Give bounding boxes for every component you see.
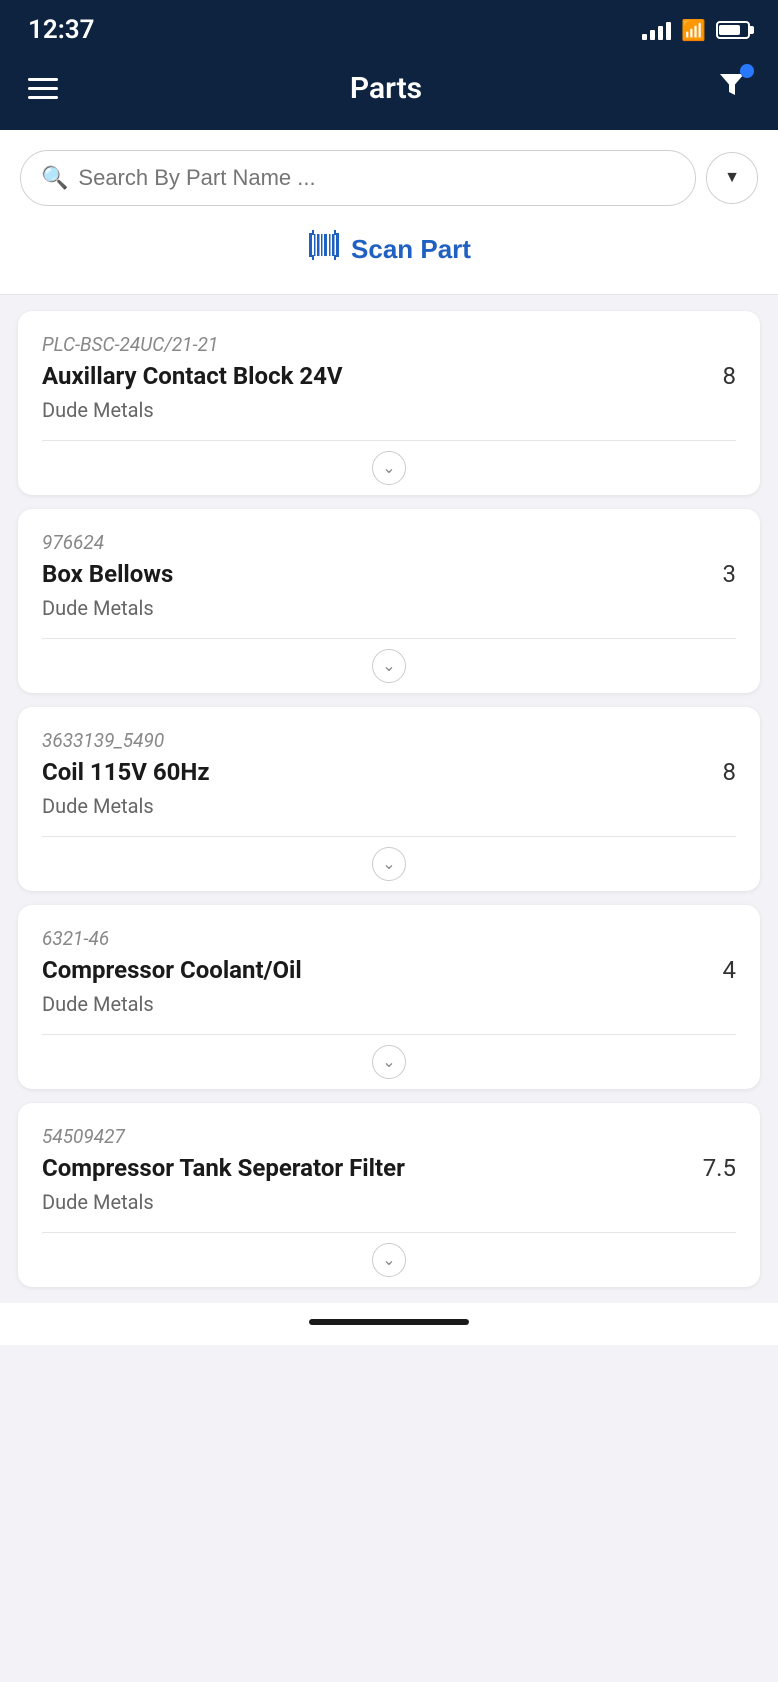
- status-icons: 📶: [642, 18, 750, 42]
- scan-section: Scan Part: [0, 206, 778, 295]
- part-name: Auxillary Contact Block 24V: [42, 362, 343, 390]
- home-indicator: [0, 1303, 778, 1345]
- part-sku: 54509427: [42, 1125, 736, 1148]
- filter-button[interactable]: [714, 68, 750, 108]
- part-quantity: 7.5: [703, 1154, 736, 1182]
- part-sku: PLC-BSC-24UC/21-21: [42, 333, 736, 356]
- part-quantity: 8: [723, 758, 737, 786]
- part-card: 3633139_5490 Coil 115V 60Hz 8 Dude Metal…: [18, 707, 760, 891]
- home-bar: [309, 1319, 469, 1325]
- part-name: Box Bellows: [42, 560, 173, 588]
- part-vendor: Dude Metals: [42, 596, 736, 620]
- expand-button[interactable]: ⌄: [372, 1045, 406, 1079]
- expand-button[interactable]: ⌄: [372, 1243, 406, 1277]
- search-icon: 🔍: [41, 166, 68, 191]
- part-name-row: Box Bellows 3: [42, 560, 736, 588]
- filter-active-dot: [740, 64, 754, 78]
- part-card: 6321-46 Compressor Coolant/Oil 4 Dude Me…: [18, 905, 760, 1089]
- part-sku: 3633139_5490: [42, 729, 736, 752]
- search-row: 🔍 ▼: [20, 150, 758, 206]
- battery-icon: [716, 21, 750, 39]
- part-card: 54509427 Compressor Tank Seperator Filte…: [18, 1103, 760, 1287]
- part-quantity: 8: [723, 362, 737, 390]
- search-section: 🔍 ▼: [0, 130, 778, 206]
- part-sku: 6321-46: [42, 927, 736, 950]
- part-sku: 976624: [42, 531, 736, 554]
- status-time: 12:37: [28, 15, 95, 45]
- scan-part-button[interactable]: Scan Part: [307, 228, 471, 270]
- menu-button[interactable]: [28, 78, 58, 99]
- part-name: Compressor Coolant/Oil: [42, 956, 302, 984]
- part-vendor: Dude Metals: [42, 398, 736, 422]
- part-name-row: Coil 115V 60Hz 8: [42, 758, 736, 786]
- part-name-row: Compressor Tank Seperator Filter 7.5: [42, 1154, 736, 1182]
- parts-list: PLC-BSC-24UC/21-21 Auxillary Contact Blo…: [0, 295, 778, 1303]
- search-input-wrapper[interactable]: 🔍: [20, 150, 696, 206]
- expand-button[interactable]: ⌄: [372, 451, 406, 485]
- part-name-row: Auxillary Contact Block 24V 8: [42, 362, 736, 390]
- barcode-icon: [307, 228, 341, 270]
- part-vendor: Dude Metals: [42, 794, 736, 818]
- part-card: PLC-BSC-24UC/21-21 Auxillary Contact Blo…: [18, 311, 760, 495]
- signal-icon: [642, 20, 671, 40]
- part-expand-row: ⌄: [42, 638, 736, 693]
- part-name: Coil 115V 60Hz: [42, 758, 210, 786]
- part-expand-row: ⌄: [42, 836, 736, 891]
- part-quantity: 3: [723, 560, 737, 588]
- page-title: Parts: [350, 71, 422, 106]
- part-name-row: Compressor Coolant/Oil 4: [42, 956, 736, 984]
- expand-button[interactable]: ⌄: [372, 649, 406, 683]
- app-header: Parts: [0, 56, 778, 130]
- scan-part-label: Scan Part: [351, 234, 471, 265]
- part-expand-row: ⌄: [42, 1034, 736, 1089]
- part-quantity: 4: [723, 956, 737, 984]
- expand-button[interactable]: ⌄: [372, 847, 406, 881]
- part-vendor: Dude Metals: [42, 1190, 736, 1214]
- part-name: Compressor Tank Seperator Filter: [42, 1154, 405, 1182]
- part-vendor: Dude Metals: [42, 992, 736, 1016]
- status-bar: 12:37 📶: [0, 0, 778, 56]
- part-expand-row: ⌄: [42, 1232, 736, 1287]
- part-expand-row: ⌄: [42, 440, 736, 495]
- part-card: 976624 Box Bellows 3 Dude Metals ⌄: [18, 509, 760, 693]
- search-dropdown-button[interactable]: ▼: [706, 152, 758, 204]
- search-input[interactable]: [78, 165, 675, 191]
- wifi-icon: 📶: [681, 18, 706, 42]
